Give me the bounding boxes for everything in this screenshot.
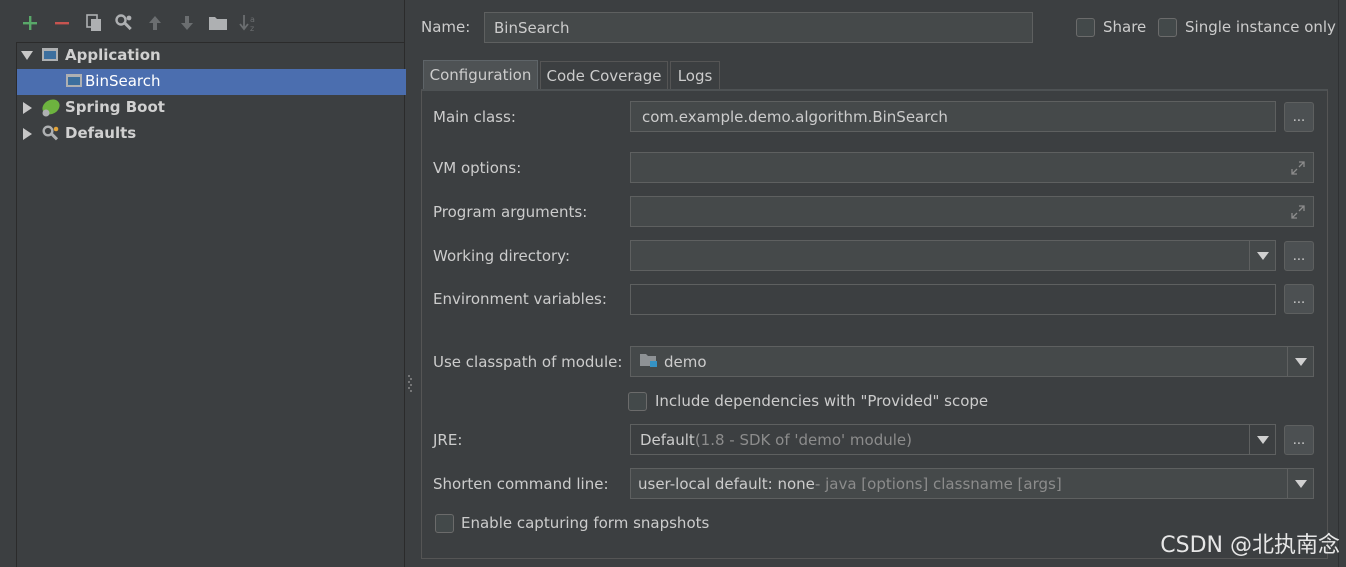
environment-variables-browse-button[interactable]: ... [1284,284,1314,314]
environment-variables-label: Environment variables: [433,290,607,308]
tab-logs[interactable]: Logs [670,61,720,89]
shorten-value: user-local default: none [638,474,815,493]
tab-configuration[interactable]: Configuration [423,60,538,89]
single-instance-label: Single instance only [1185,18,1336,36]
module-select[interactable]: demo [630,346,1314,377]
jre-label: JRE: [433,431,463,449]
splitter-handle[interactable] [407,373,413,393]
spring-boot-icon [41,98,60,117]
jre-select[interactable]: Default (1.8 - SDK of 'demo' module) [630,424,1276,455]
expand-arrow-icon[interactable] [23,102,32,114]
tree-item-application[interactable]: Application [17,43,406,69]
chevron-down-icon[interactable] [1249,241,1275,270]
include-provided-label: Include dependencies with "Provided" sco… [655,392,989,410]
name-input[interactable]: BinSearch [484,12,1033,43]
svg-text:a: a [250,15,255,24]
tree-item-label: Spring Boot [65,98,165,116]
move-down-icon[interactable] [176,12,198,34]
tree-item-label: Application [65,46,161,64]
environment-variables-input[interactable] [630,284,1276,315]
jre-hint: (1.8 - SDK of 'demo' module) [694,430,912,449]
program-arguments-input[interactable] [630,196,1314,227]
working-directory-browse-button[interactable]: ... [1284,241,1314,271]
remove-icon[interactable] [51,12,73,34]
chevron-down-icon[interactable] [1287,347,1313,376]
vm-options-label: VM options: [433,159,522,177]
scrollbar[interactable] [1338,0,1346,567]
shorten-command-line-label: Shorten command line: [433,475,609,493]
tree-item-label: BinSearch [85,72,161,90]
tab-code-coverage[interactable]: Code Coverage [540,61,668,89]
add-icon[interactable] [19,12,41,34]
copy-icon[interactable] [83,12,105,34]
main-class-browse-button[interactable]: ... [1284,102,1314,132]
watermark: CSDN @北执南念 [1160,533,1340,558]
shorten-hint: - java [options] classname [args] [814,474,1062,493]
module-folder-icon [639,352,658,372]
main-class-input[interactable]: com.example.demo.algorithm.BinSearch [630,101,1276,132]
tree-item-label: Defaults [65,124,137,142]
expand-icon[interactable] [1291,161,1305,175]
sort-icon[interactable]: az [238,12,260,34]
working-directory-label: Working directory: [433,247,571,265]
wrench-icon [41,124,59,141]
configurations-tree: Application BinSearch Spring Boot Defaul… [16,42,406,567]
main-class-label: Main class: [433,108,516,126]
folder-icon[interactable] [207,12,229,34]
tree-toolbar: az [0,0,405,44]
expand-icon[interactable] [1291,205,1305,219]
java-class-config-icon [65,73,83,89]
jre-value: Default [640,430,695,449]
tree-item-spring-boot[interactable]: Spring Boot [17,95,406,121]
working-directory-input[interactable] [630,240,1276,271]
share-checkbox[interactable] [1076,18,1095,37]
form-snapshots-checkbox[interactable] [435,514,454,533]
tree-item-binsearch[interactable]: BinSearch [17,69,406,95]
module-label: Use classpath of module: [433,353,623,371]
vm-options-input[interactable] [630,152,1314,183]
single-instance-checkbox[interactable] [1158,18,1177,37]
program-arguments-label: Program arguments: [433,203,588,221]
module-value: demo [664,352,707,371]
move-up-icon[interactable] [144,12,166,34]
jre-browse-button[interactable]: ... [1284,425,1314,455]
name-label: Name: [421,18,471,36]
include-provided-checkbox[interactable] [628,392,647,411]
share-label: Share [1103,18,1147,36]
svg-text:z: z [250,24,254,33]
application-config-icon [41,47,59,63]
expand-arrow-icon[interactable] [23,128,32,140]
shorten-command-line-select[interactable]: user-local default: none - java [options… [630,468,1314,499]
chevron-down-icon[interactable] [1249,425,1275,454]
form-snapshots-label: Enable capturing form snapshots [461,514,710,532]
configurations-tree-panel: az Application BinSearch Spring Boot Def… [0,0,406,567]
collapse-arrow-icon[interactable] [21,51,33,60]
wrench-icon[interactable] [113,12,135,34]
chevron-down-icon[interactable] [1287,469,1313,498]
tree-item-defaults[interactable]: Defaults [17,121,406,147]
